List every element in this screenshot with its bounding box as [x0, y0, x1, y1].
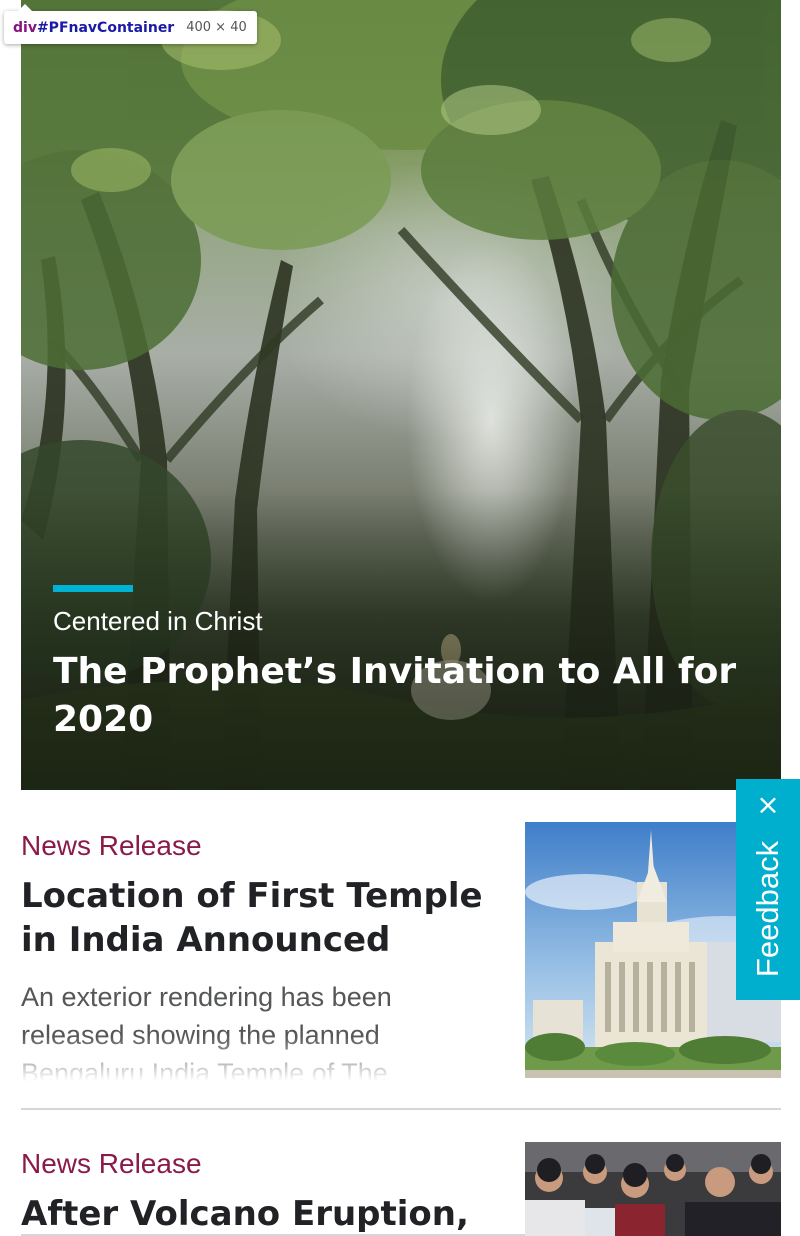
crowd-photo-image[interactable]	[525, 1142, 781, 1236]
hero-overlay	[21, 490, 781, 790]
article-card[interactable]: News Release Location of First Temple in…	[21, 822, 781, 1110]
hero-title[interactable]: The Prophet’s Invitation to All for 2020	[53, 648, 753, 744]
article-headline[interactable]: After Volcano Eruption,	[21, 1192, 491, 1236]
hero-kicker: Centered in Christ	[53, 606, 263, 636]
devtools-tag-name: div	[13, 19, 37, 36]
devtools-element-size: 400 × 40	[186, 20, 247, 35]
hero-accent-bar	[53, 585, 133, 592]
close-icon[interactable]: ×	[756, 791, 780, 819]
article-summary: An exterior rendering has been released …	[21, 978, 461, 1086]
devtools-inspect-tooltip: div #PFnavContainer 400 × 40	[4, 4, 257, 44]
feedback-tab[interactable]: × Feedback	[736, 779, 800, 1000]
article-headline[interactable]: Location of First Temple in India Announ…	[21, 874, 491, 962]
hero-card[interactable]: Centered in Christ The Prophet’s Invitat…	[21, 0, 781, 790]
article-card[interactable]: News Release After Volcano Eruption,	[21, 1140, 781, 1236]
feedback-label[interactable]: Feedback	[750, 841, 786, 977]
devtools-element-id: #PFnavContainer	[36, 19, 175, 36]
